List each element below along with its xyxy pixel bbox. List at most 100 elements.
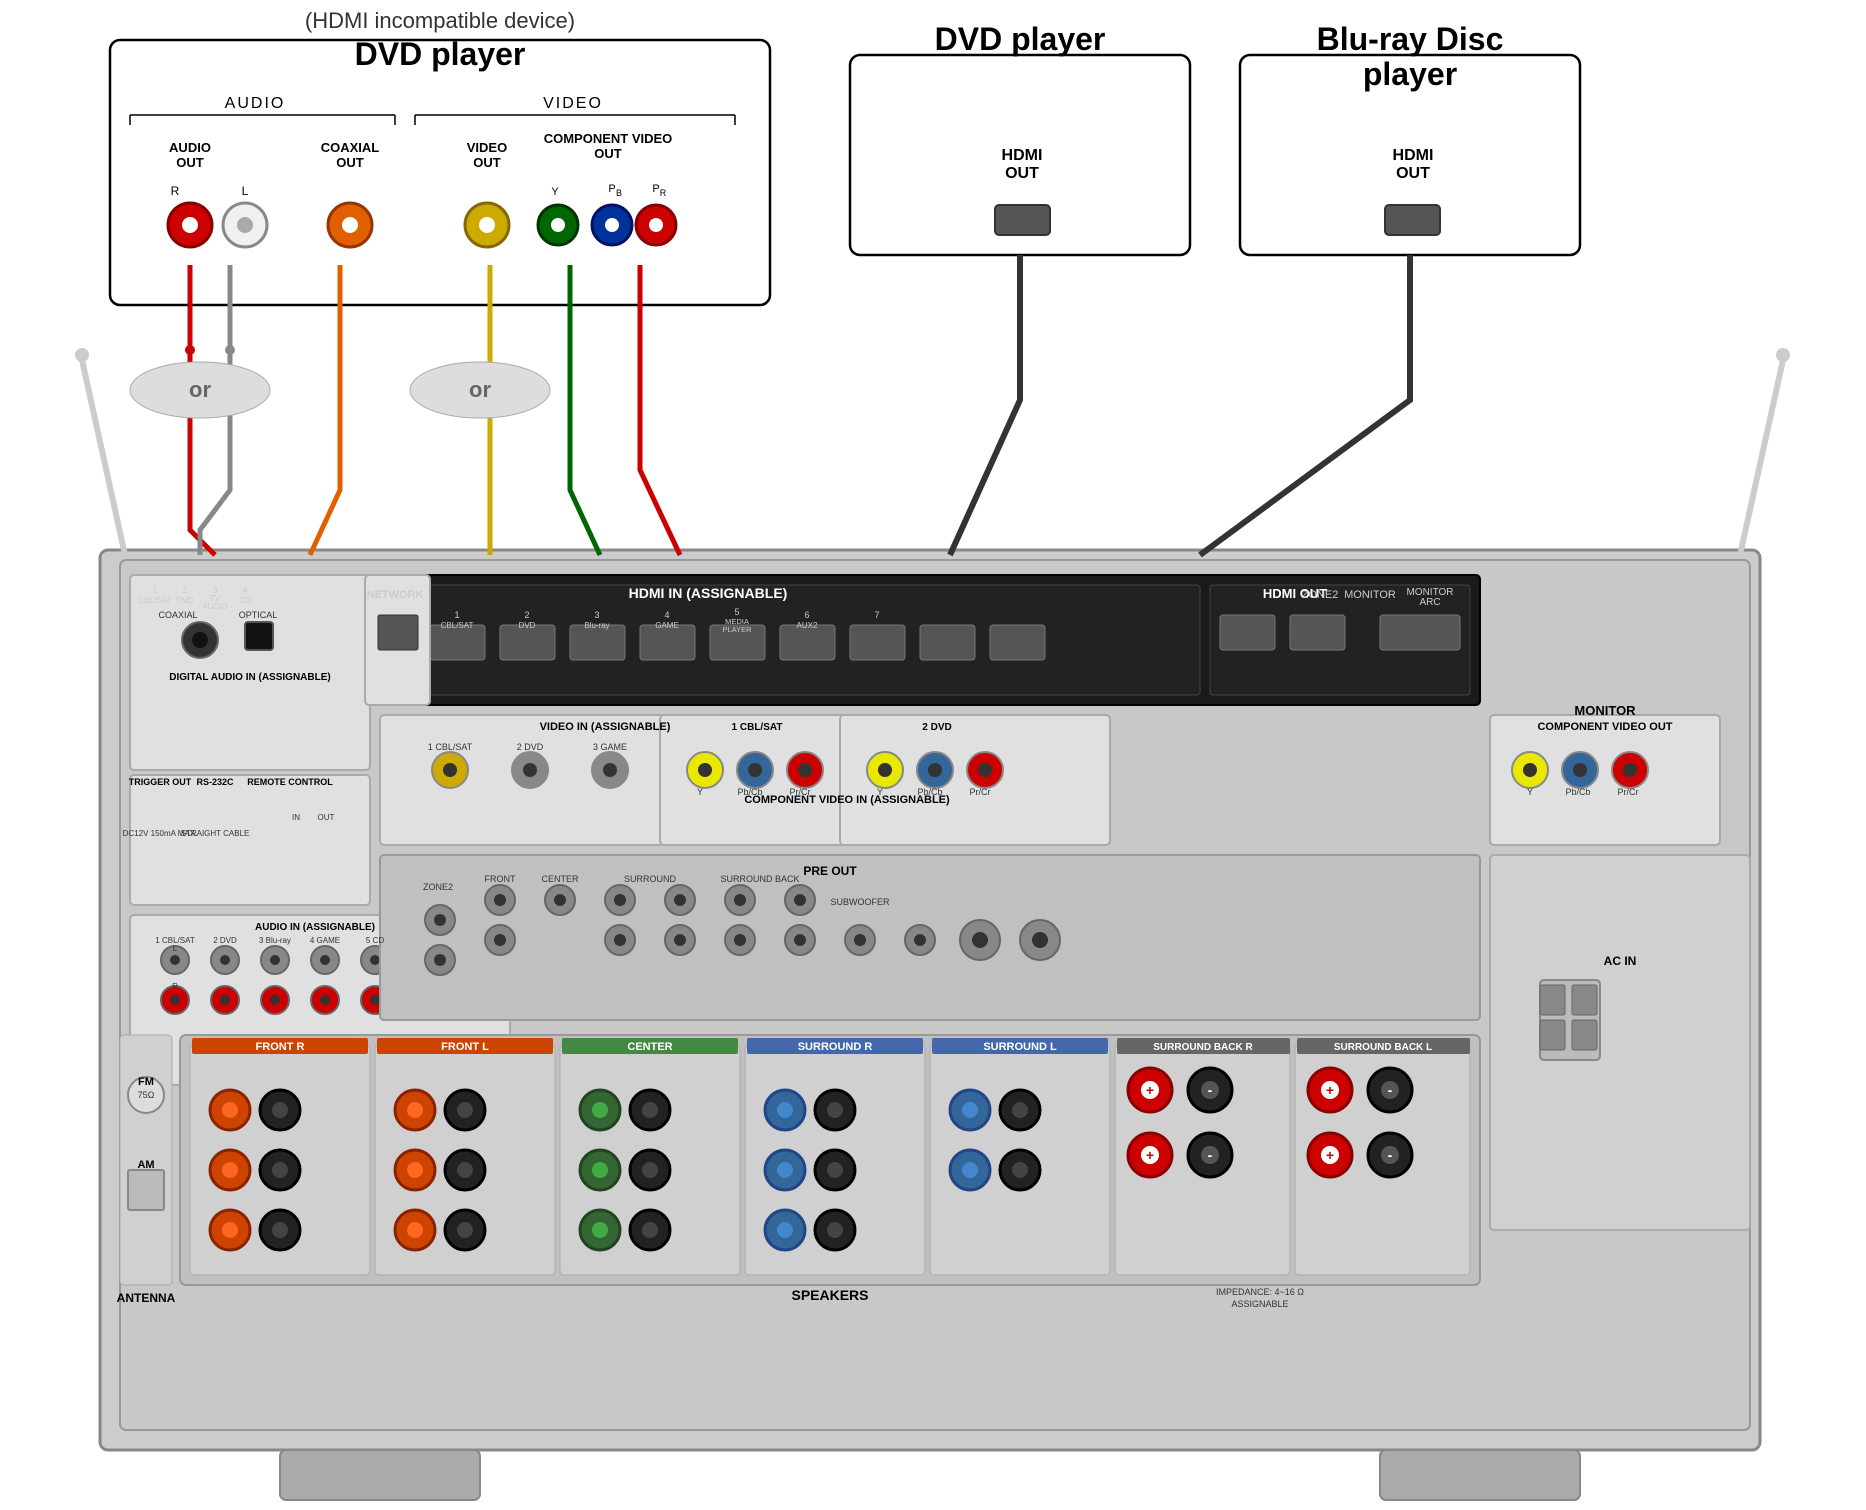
svg-text:HDMI IN (ASSIGNABLE): HDMI IN (ASSIGNABLE)	[629, 585, 788, 601]
svg-text:OPTICAL: OPTICAL	[239, 610, 278, 620]
svg-text:-: -	[1208, 1147, 1213, 1163]
svg-text:DIGITAL AUDIO IN (ASSIGNABLE): DIGITAL AUDIO IN (ASSIGNABLE)	[169, 672, 330, 683]
svg-text:OUT: OUT	[1396, 165, 1430, 182]
svg-text:OUT: OUT	[1005, 165, 1039, 182]
svg-text:IMPEDANCE: 4~16 Ω: IMPEDANCE: 4~16 Ω	[1216, 1287, 1304, 1297]
svg-text:1 CBL/SAT: 1 CBL/SAT	[155, 936, 195, 945]
svg-text:COMPONENT VIDEO IN (ASSIGNABLE: COMPONENT VIDEO IN (ASSIGNABLE)	[744, 794, 950, 806]
svg-text:1: 1	[152, 585, 157, 595]
svg-text:ARC: ARC	[1419, 597, 1440, 608]
svg-text:7: 7	[874, 610, 879, 620]
svg-text:3: 3	[212, 585, 217, 595]
svg-text:SUBWOOFER: SUBWOOFER	[830, 897, 890, 907]
diagram-container: + - + - + - + -	[0, 0, 1866, 1510]
svg-text:R: R	[171, 184, 180, 198]
svg-text:DVD player: DVD player	[355, 36, 526, 72]
svg-text:IN: IN	[292, 813, 300, 822]
svg-text:Blu-ray: Blu-ray	[584, 621, 609, 630]
svg-text:3 Blu-ray: 3 Blu-ray	[259, 936, 291, 945]
svg-text:-: -	[1388, 1082, 1393, 1098]
svg-text:AUDIO: AUDIO	[169, 140, 211, 155]
cable-svg: + - + - + - + -	[0, 0, 1866, 1510]
svg-text:FRONT: FRONT	[485, 874, 516, 884]
svg-text:ZONE2: ZONE2	[423, 882, 453, 892]
svg-text:OUT: OUT	[176, 155, 204, 170]
svg-text:CENTER: CENTER	[627, 1041, 672, 1053]
svg-text:AUDIO IN (ASSIGNABLE): AUDIO IN (ASSIGNABLE)	[255, 922, 375, 933]
svg-text:3 GAME: 3 GAME	[593, 742, 627, 752]
svg-text:4: 4	[242, 585, 247, 595]
svg-text:RS-232C: RS-232C	[196, 777, 234, 787]
svg-text:COMPONENT VIDEO OUT: COMPONENT VIDEO OUT	[1537, 721, 1672, 733]
svg-text:4: 4	[664, 610, 669, 620]
svg-text:TRIGGER OUT: TRIGGER OUT	[129, 777, 192, 787]
svg-text:DC12V 150mA MAX.: DC12V 150mA MAX.	[123, 829, 198, 838]
svg-text:Y: Y	[551, 186, 559, 198]
svg-text:Pr/Cr: Pr/Cr	[1618, 787, 1639, 797]
svg-text:2 DVD: 2 DVD	[213, 936, 237, 945]
svg-text:OUT: OUT	[336, 155, 364, 170]
svg-text:ZONE2: ZONE2	[1302, 589, 1339, 601]
svg-text:DVD: DVD	[177, 596, 194, 605]
svg-text:+: +	[1146, 1147, 1154, 1163]
svg-text:1 CBL/SAT: 1 CBL/SAT	[732, 722, 783, 733]
svg-text:AM: AM	[137, 1159, 154, 1171]
svg-text:ANTENNA: ANTENNA	[117, 1291, 176, 1305]
svg-text:PRE OUT: PRE OUT	[803, 864, 857, 878]
svg-text:Y: Y	[877, 787, 883, 797]
svg-text:MONITOR: MONITOR	[1406, 587, 1453, 598]
svg-text:SPEAKERS: SPEAKERS	[791, 1287, 868, 1303]
svg-text:Blu-ray Disc: Blu-ray Disc	[1317, 21, 1504, 57]
svg-text:2 DVD: 2 DVD	[517, 742, 544, 752]
svg-text:Pb/Cb: Pb/Cb	[917, 787, 942, 797]
svg-text:FM: FM	[138, 1076, 154, 1088]
svg-text:COMPONENT VIDEO: COMPONENT VIDEO	[544, 131, 673, 146]
svg-text:R: R	[660, 188, 667, 198]
svg-text:player: player	[1363, 56, 1457, 92]
svg-text:CBL/SAT: CBL/SAT	[139, 596, 172, 605]
svg-text:L: L	[173, 944, 178, 953]
svg-text:PLAYER: PLAYER	[722, 625, 752, 634]
svg-text:STRAIGHT CABLE: STRAIGHT CABLE	[181, 829, 250, 838]
svg-text:AUX2: AUX2	[797, 621, 818, 630]
svg-text:AUDIO: AUDIO	[225, 95, 286, 112]
svg-text:+: +	[1326, 1147, 1334, 1163]
svg-text:Y: Y	[697, 787, 703, 797]
svg-text:DVD player: DVD player	[935, 21, 1106, 57]
svg-text:5 CD: 5 CD	[366, 936, 384, 945]
svg-text:SURROUND BACK: SURROUND BACK	[720, 874, 799, 884]
svg-text:DVD: DVD	[519, 621, 536, 630]
svg-text:OUT: OUT	[473, 155, 501, 170]
svg-text:or: or	[469, 377, 491, 402]
svg-text:MONITOR: MONITOR	[1344, 589, 1396, 601]
svg-text:NETWORK: NETWORK	[367, 589, 424, 601]
svg-text:SURROUND BACK R: SURROUND BACK R	[1153, 1042, 1253, 1053]
svg-text:SURROUND BACK L: SURROUND BACK L	[1334, 1042, 1432, 1053]
svg-text:P: P	[608, 183, 615, 195]
svg-text:ASSIGNABLE: ASSIGNABLE	[1231, 1299, 1288, 1309]
svg-text:VIDEO: VIDEO	[467, 140, 507, 155]
svg-text:B: B	[616, 188, 622, 198]
svg-text:VIDEO: VIDEO	[543, 95, 603, 112]
svg-text:Pb/Cb: Pb/Cb	[1565, 787, 1590, 797]
svg-text:VIDEO IN (ASSIGNABLE): VIDEO IN (ASSIGNABLE)	[540, 721, 671, 733]
svg-text:R: R	[172, 982, 178, 991]
svg-text:FRONT L: FRONT L	[441, 1041, 489, 1053]
svg-text:TV: TV	[210, 594, 221, 603]
svg-text:GAME: GAME	[655, 621, 679, 630]
svg-text:CBL/SAT: CBL/SAT	[441, 621, 474, 630]
svg-text:6: 6	[804, 610, 809, 620]
svg-text:SURROUND L: SURROUND L	[983, 1041, 1057, 1053]
svg-text:-: -	[1208, 1082, 1213, 1098]
svg-text:Pb/Cb: Pb/Cb	[737, 787, 762, 797]
svg-text:CD: CD	[239, 596, 251, 605]
svg-text:MEDIA: MEDIA	[725, 617, 749, 626]
svg-text:HDMI OUT: HDMI OUT	[1263, 586, 1327, 601]
svg-text:CENTER: CENTER	[541, 874, 579, 884]
svg-text:P: P	[652, 183, 659, 195]
svg-text:5: 5	[734, 607, 739, 617]
svg-text:Pr/Cr: Pr/Cr	[790, 787, 811, 797]
svg-text:Y: Y	[1527, 787, 1533, 797]
svg-text:75Ω: 75Ω	[138, 1090, 155, 1100]
svg-text:2: 2	[524, 610, 529, 620]
